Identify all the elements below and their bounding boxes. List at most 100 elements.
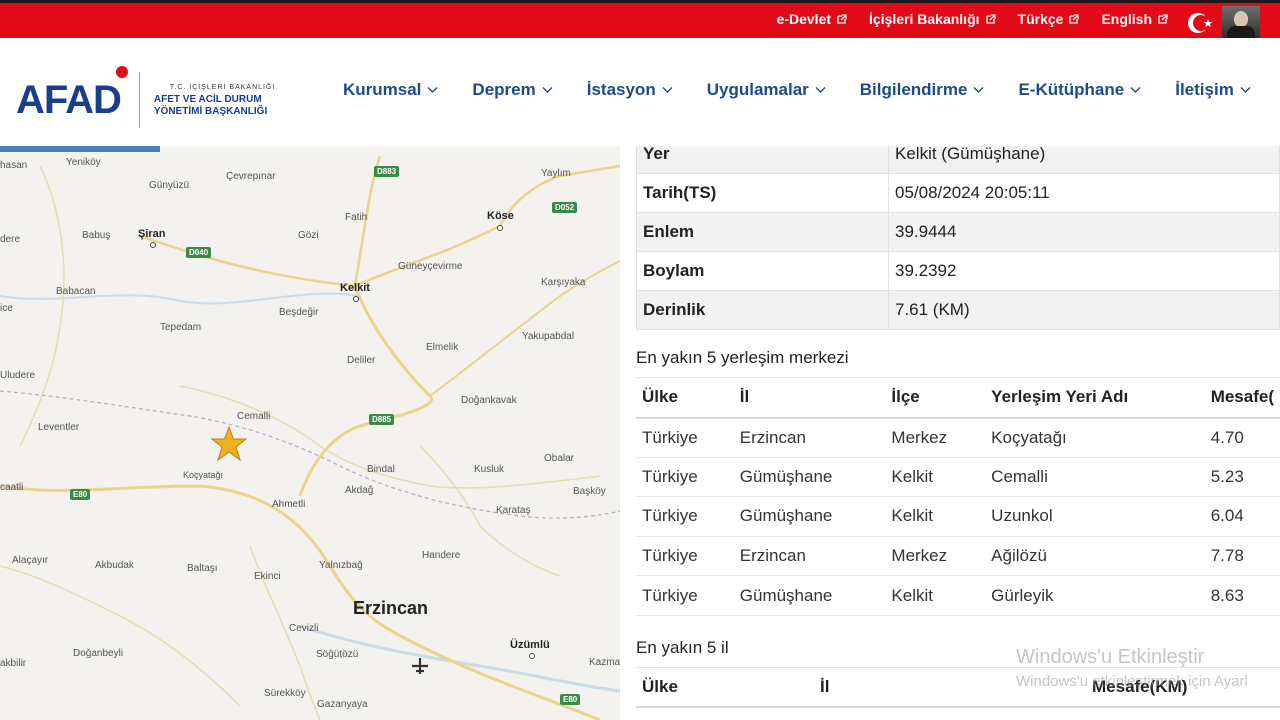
detail-key: Boylam (636, 251, 889, 291)
nearest-places-table: Ülke İl İlçe Yerleşim Yeri Adı Mesafe( T… (636, 377, 1280, 616)
cell-country: Türkiye (636, 457, 734, 498)
map-label: Yeniköy (66, 157, 101, 168)
table-header-row: Ülke İl İlçe Yerleşim Yeri Adı Mesafe( (636, 377, 1280, 419)
cell-distance: 8.63 (1204, 575, 1280, 616)
header-province: İl (733, 377, 886, 419)
cell-distance: 6.04 (1204, 496, 1280, 537)
nav-iletisim[interactable]: İletişim (1175, 80, 1251, 100)
logo-line-3: YÖNETİMİ BAŞKANLIĞI (153, 106, 268, 117)
map-label: Beşdeğir (279, 307, 319, 318)
english-link[interactable]: English (1101, 11, 1168, 27)
map-label: ice (0, 303, 13, 314)
cell-country: Türkiye (636, 575, 734, 616)
nav-uygulamalar[interactable]: Uygulamalar (707, 80, 826, 100)
map-label: Deliler (347, 355, 376, 366)
nav-label: İstasyon (586, 80, 656, 99)
map-label: Baltaşı (187, 563, 218, 574)
map-label: Güneyçevirme (398, 261, 463, 272)
road-shield: E80 (70, 489, 91, 500)
earthquake-details: Yer Kelkit (Gümüşhane) Tarih(TS) 05/08/202… (636, 146, 1280, 720)
detail-row: Enlem 39.9444 (636, 212, 1280, 252)
map-label: dere (0, 234, 21, 245)
afad-logo[interactable]: AFAD T.C. İÇİŞLERİ BAKANLIĞI AFET VE ACİ… (16, 66, 275, 128)
external-link-icon (1158, 14, 1168, 24)
table-row: Türkiye Erzincan Merkez Ağilözü 7.78 (636, 536, 1280, 577)
map-label: Elmelik (426, 342, 459, 353)
road-shield: D040 (186, 247, 212, 258)
top-links: e-Devlet İçişleri Bakanlığı Türkçe Engli… (777, 11, 1168, 27)
detail-row: Derinlik 7.61 (KM) (636, 290, 1280, 330)
details-table: Yer Kelkit (Gümüşhane) Tarih(TS) 05/08/202… (636, 146, 1280, 330)
map-label: Leventler (38, 422, 80, 433)
map-label: Erzincan (353, 598, 429, 618)
turkish-flag-icon (1186, 8, 1216, 38)
map-label: Üzümlü (510, 639, 550, 651)
map-label: hasan (0, 160, 28, 171)
chevron-down-icon (973, 86, 984, 94)
icisleri-label: İçişleri Bakanlığı (869, 11, 980, 27)
map-label: Kelkit (340, 282, 370, 294)
table-row: Türkiye Erzincan Merkez Koçyatağı 4.70 (636, 417, 1280, 458)
cell-place: Ağilözü (985, 536, 1205, 577)
detail-row: Tarih(TS) 05/08/2024 20:05:11 (636, 173, 1280, 213)
windows-activation-watermark: Windows'u Etkinleştir (1016, 646, 1205, 668)
nav-kurumsal[interactable]: Kurumsal (343, 80, 438, 100)
page-progress-bar (0, 146, 160, 152)
external-link-icon (837, 14, 847, 24)
map-label: akbilir (0, 658, 27, 669)
cell-distance: 4.70 (1204, 417, 1280, 458)
road-shield: D052 (552, 202, 578, 213)
cell-district: Merkez (885, 417, 986, 458)
map-label: Cemalli (237, 411, 271, 422)
e-devlet-link[interactable]: e-Devlet (777, 11, 847, 27)
nav-bilgilendirme[interactable]: Bilgilendirme (860, 80, 985, 100)
road-shield: D883 (374, 166, 400, 177)
detail-row: Yer Kelkit (Gümüşhane) (636, 146, 1280, 174)
map-label: Kusluk (474, 464, 505, 475)
cell-country: Türkiye (636, 417, 734, 458)
top-bar: e-Devlet İçişleri Bakanlığı Türkçe Engli… (0, 0, 1280, 41)
map-label: Fatih (345, 212, 368, 223)
icisleri-link[interactable]: İçişleri Bakanlığı (869, 11, 996, 27)
detail-key: Tarih(TS) (636, 173, 889, 213)
map-label: Akbudak (95, 560, 134, 571)
map-label: Handere (422, 550, 461, 561)
chevron-down-icon (662, 86, 673, 94)
logo-line-1: T.C. İÇİŞLERİ BAKANLIĞI (169, 84, 276, 91)
table-row: Türkiye Gümüşhane Kelkit Gürleyik 8.63 (636, 575, 1280, 616)
map-label: Karşıyaka (541, 277, 586, 288)
cell-province: Erzincan (733, 536, 886, 577)
map-label: Başköy (573, 486, 606, 497)
cell-country: Türkiye (636, 496, 734, 537)
main-nav: Kurumsal Deprem İstasyon Uygulamalar Bil… (343, 80, 1251, 100)
header-country: Ülke (636, 377, 734, 419)
nav-deprem[interactable]: Deprem (472, 80, 553, 100)
cell-place: Gürleyik (985, 575, 1205, 616)
map-label: Günyüzü (149, 180, 190, 191)
nav-istasyon[interactable]: İstasyon (587, 80, 673, 100)
cell-district: Merkez (885, 536, 986, 577)
logo-text: T.C. İÇİŞLERİ BAKANLIĞI AFET VE ACİL DUR… (154, 82, 275, 118)
site-header: AFAD T.C. İÇİŞLERİ BAKANLIĞI AFET VE ACİ… (0, 38, 1280, 146)
header-distance: Mesafe( (1204, 377, 1280, 419)
map-label: Koçyatağı (183, 470, 224, 480)
turkce-link[interactable]: Türkçe (1018, 11, 1080, 27)
map-label: Ekinci (254, 571, 281, 582)
logo-dot-icon (116, 66, 128, 78)
detail-value: Kelkit (Gümüşhane) (888, 146, 1280, 174)
nav-label: E-Kütüphane (1018, 80, 1125, 99)
map-label: Babacan (56, 286, 96, 297)
nav-e-kutuphane[interactable]: E-Kütüphane (1018, 80, 1141, 100)
earthquake-map[interactable]: hasan Yeniköy Çevrepınar Yaylım Günyüzü … (0, 146, 620, 720)
map-label: Gözi (298, 230, 319, 241)
table-row: Türkiye Gümüşhane Kelkit Uzunkol 6.04 (636, 496, 1280, 537)
english-label: English (1101, 11, 1152, 27)
cell-district: Kelkit (885, 496, 986, 537)
map-label: Yakupabdal (522, 331, 575, 342)
cell-province: Gümüşhane (733, 457, 886, 498)
cell-place: Koçyatağı (985, 417, 1205, 458)
nearest-places-title: En yakın 5 yerleşim merkezi (636, 348, 849, 367)
nav-label: Kurumsal (343, 80, 422, 99)
cell-place: Cemalli (985, 457, 1205, 498)
epicenter-star-icon[interactable] (211, 426, 247, 462)
